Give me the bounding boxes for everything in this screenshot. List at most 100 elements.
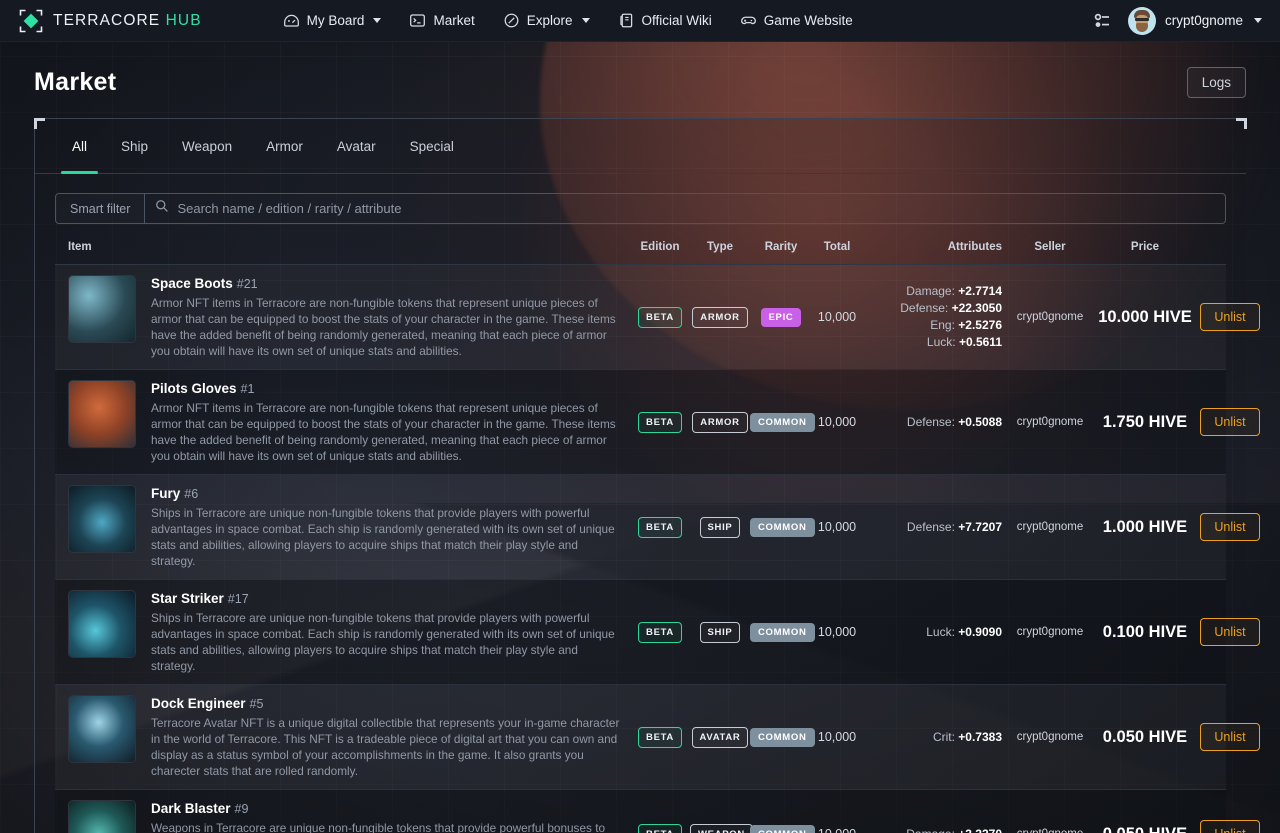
item-name: Dock Engineer #5: [151, 696, 621, 711]
seller-name: crypt0gnome: [1010, 828, 1090, 833]
nav-item-my-board[interactable]: My Board: [272, 6, 393, 35]
attribute: Defense: +22.3050: [862, 300, 1002, 317]
star-striker-art: [69, 591, 135, 657]
filter-box: Smart filter: [55, 193, 1226, 224]
unlist-button[interactable]: Unlist: [1200, 618, 1260, 646]
col-rarity: Rarity: [764, 241, 798, 253]
unlist-button[interactable]: Unlist: [1200, 513, 1260, 541]
col-type: Type: [707, 241, 733, 253]
item-thumbnail[interactable]: [68, 485, 136, 553]
terminal-icon: [409, 12, 426, 29]
item-description: Armor NFT items in Terracore are non-fun…: [151, 296, 616, 358]
brand-logo[interactable]: TERRACORE HUB: [18, 8, 202, 34]
nav-item-official-wiki[interactable]: Official Wiki: [607, 6, 723, 35]
price-value: 0.050 HIVE: [1102, 727, 1188, 746]
item-thumbnail[interactable]: [68, 590, 136, 658]
table-row[interactable]: Fury #6 Ships in Terracore are unique non…: [55, 475, 1260, 580]
attribute: Defense: +0.5088: [862, 414, 1002, 431]
nav-links: My Board Market Explore Official Wiki Ga…: [272, 6, 864, 35]
tab-weapon[interactable]: Weapon: [165, 119, 249, 173]
item-description: Ships in Terracore are unique non-fungib…: [151, 506, 615, 568]
dock-engineer-art: [69, 696, 135, 762]
table-row[interactable]: Star Striker #17 Ships in Terracore are u…: [55, 580, 1260, 685]
attribute-label: Defense:: [900, 301, 949, 315]
table-body: Space Boots #21 Armor NFT items in Terrac…: [55, 265, 1260, 833]
price-value: 0.100 HIVE: [1102, 622, 1188, 641]
edition-cell: BETA: [630, 306, 690, 328]
attribute: Damage: +3.2270: [862, 826, 1002, 833]
attributes-cell: Defense: +7.7207: [862, 519, 1010, 536]
nav-label: Game Website: [763, 13, 853, 28]
item-name: Space Boots #21: [151, 276, 621, 291]
nav-item-market[interactable]: Market: [398, 6, 485, 35]
dark-blaster-art: [69, 801, 135, 833]
item-name-text: Star Striker: [151, 591, 224, 606]
unlist-button[interactable]: Unlist: [1200, 820, 1260, 833]
price-value: 1.000 HIVE: [1102, 517, 1188, 536]
unlist-button[interactable]: Unlist: [1200, 408, 1260, 436]
sliders-icon[interactable]: [1090, 9, 1114, 33]
tab-armor[interactable]: Armor: [249, 119, 320, 173]
nav-item-explore[interactable]: Explore: [492, 6, 601, 35]
rarity-badge: EPIC: [760, 308, 802, 327]
item-thumbnail[interactable]: [68, 695, 136, 763]
terracore-diamond-icon: [18, 8, 44, 34]
tab-avatar[interactable]: Avatar: [320, 119, 393, 173]
nav-item-game-website[interactable]: Game Website: [729, 6, 864, 35]
tab-ship[interactable]: Ship: [104, 119, 165, 173]
item-text: Fury #6 Ships in Terracore are unique non…: [151, 485, 621, 569]
table-row[interactable]: Dark Blaster #9 Weapons in Terracore are …: [55, 790, 1260, 833]
table-row[interactable]: Space Boots #21 Armor NFT items in Terrac…: [55, 265, 1260, 370]
attribute-value: +3.2270: [958, 827, 1002, 833]
item-number: #5: [249, 697, 264, 711]
seller-name: crypt0gnome: [1016, 626, 1084, 638]
col-seller: Seller: [1034, 241, 1066, 253]
rarity-cell: COMMON: [750, 412, 815, 432]
item-thumbnail[interactable]: [68, 275, 136, 343]
item-description: Armor NFT items in Terracore are non-fun…: [151, 401, 616, 463]
user-menu[interactable]: crypt0gnome: [1127, 6, 1266, 35]
seller-name: crypt0gnome: [1016, 311, 1084, 323]
unlist-button[interactable]: Unlist: [1200, 303, 1260, 331]
item-number: #6: [184, 487, 199, 501]
table-row[interactable]: Dock Engineer #5 Terracore Avatar NFT is …: [55, 685, 1260, 790]
attribute: Eng: +2.5276: [862, 317, 1002, 334]
item-number: #17: [227, 592, 249, 606]
item-text: Dock Engineer #5 Terracore Avatar NFT is …: [151, 695, 621, 779]
unlist-button[interactable]: Unlist: [1200, 723, 1260, 751]
item-number: #9: [234, 802, 249, 816]
attribute-value: +0.5611: [958, 335, 1002, 349]
edition-cell: BETA: [630, 823, 690, 833]
attribute: Defense: +7.7207: [862, 519, 1002, 536]
item-name-text: Fury: [151, 486, 181, 501]
search-input[interactable]: [177, 201, 1215, 216]
type-cell: ARMOR: [690, 411, 750, 433]
type-badge: WEAPON: [690, 823, 753, 833]
nav-label: Market: [433, 13, 475, 28]
price-value: 1.750 HIVE: [1102, 412, 1188, 431]
tab-all[interactable]: All: [55, 119, 104, 174]
col-edition: Edition: [640, 241, 680, 253]
attribute-label: Defense:: [906, 519, 955, 534]
item-thumbnail[interactable]: [68, 380, 136, 448]
total-value: 10,000: [817, 730, 857, 744]
pilots-gloves-art: [69, 381, 135, 447]
attribute-value: +2.7714: [958, 284, 1002, 298]
seller-name: crypt0gnome: [1016, 416, 1084, 428]
action-cell: Unlist: [1200, 723, 1260, 751]
item-description: Ships in Terracore are unique non-fungib…: [151, 611, 615, 673]
item-name-text: Dock Engineer: [151, 696, 246, 711]
table-row[interactable]: Pilots Gloves #1 Armor NFT items in Terra…: [55, 370, 1260, 475]
attribute-label: Luck:: [926, 335, 956, 349]
table-header-row: Item Edition Type Rarity Total Attribute…: [55, 241, 1226, 265]
logs-button[interactable]: Logs: [1186, 66, 1246, 98]
smart-filter-button[interactable]: Smart filter: [56, 194, 146, 223]
attribute-value: +2.5276: [958, 318, 1002, 332]
top-navbar: TERRACORE HUB My Board Market Explore Of…: [0, 0, 1280, 42]
type-cell: ARMOR: [690, 306, 750, 328]
tab-special[interactable]: Special: [393, 119, 471, 173]
nav-label: My Board: [306, 13, 365, 28]
item-thumbnail[interactable]: [68, 800, 136, 833]
edition-cell: BETA: [630, 411, 690, 433]
edition-cell: BETA: [630, 516, 690, 538]
